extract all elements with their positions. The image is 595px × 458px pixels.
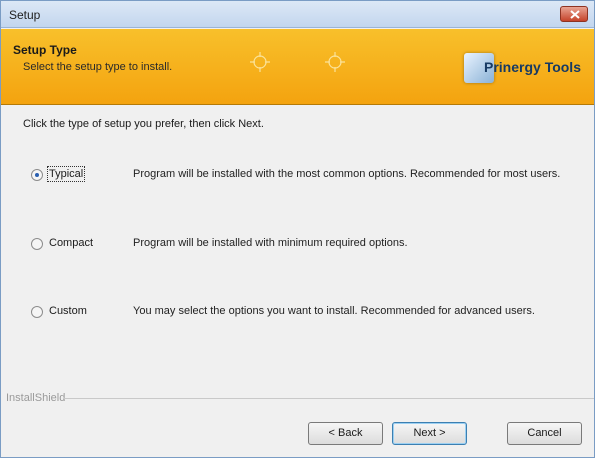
compact-radio[interactable] [31,238,43,250]
header-banner: Setup Type Select the setup type to inst… [1,29,594,105]
close-icon [570,10,580,19]
option-compact[interactable]: Compact Program will be installed with m… [23,237,583,277]
window-title: Setup [9,8,41,22]
option-custom[interactable]: Custom You may select the options you wa… [23,305,583,345]
logo-text: Prinergy Tools [484,59,581,75]
custom-radio[interactable] [31,306,43,318]
custom-label[interactable]: Custom [49,305,87,317]
banner-subtitle: Select the setup type to install. [23,61,173,73]
close-button[interactable] [560,6,588,22]
title-bar[interactable]: Setup [1,1,594,28]
divider-line [63,398,594,399]
product-logo: Prinergy Tools [464,51,594,85]
option-typical[interactable]: Typical Program will be installed with t… [23,166,583,208]
installshield-brand: InstallShield [6,392,66,404]
typical-label[interactable]: Typical [46,166,86,182]
next-button[interactable]: Next > [392,422,467,445]
crosshair-icon [325,52,345,72]
setup-type-panel: Click the type of setup you prefer, then… [1,106,594,386]
typical-radio[interactable] [31,169,43,181]
typical-description: Program will be installed with the most … [133,168,561,180]
instruction-text: Click the type of setup you prefer, then… [23,118,264,130]
back-button[interactable]: < Back [308,422,383,445]
custom-description: You may select the options you want to i… [133,305,535,317]
banner-title: Setup Type [13,43,77,57]
crosshair-icon [250,52,270,72]
compact-label[interactable]: Compact [49,237,93,249]
cancel-button[interactable]: Cancel [507,422,582,445]
compact-description: Program will be installed with minimum r… [133,237,408,249]
installshield-divider: InstallShield [1,392,594,406]
setup-window: Setup Setup Type Select the setup type t… [0,0,595,458]
